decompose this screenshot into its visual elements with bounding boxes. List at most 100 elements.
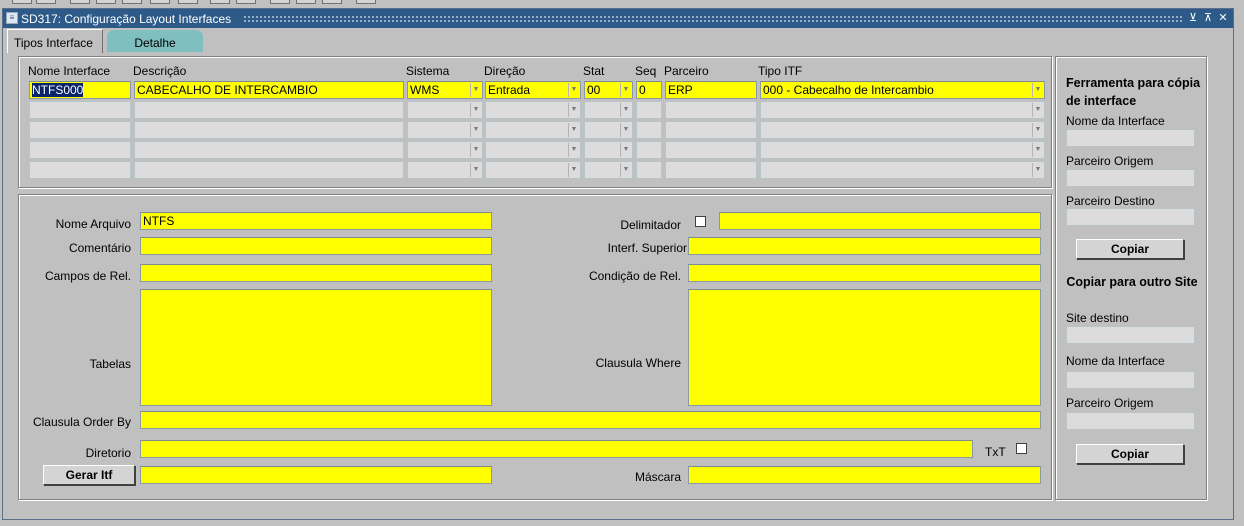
grid-cell-direcao[interactable]: ▼ [485,141,581,159]
grid-cell-tipo-itf[interactable]: ▼ [760,101,1045,119]
chevron-down-icon[interactable]: ▼ [620,123,631,137]
toolbar-button[interactable] [356,0,376,4]
txt-checkbox[interactable] [1016,443,1027,454]
chevron-down-icon[interactable]: ▼ [568,123,579,137]
grid-cell-tipo-itf[interactable]: ▼ [760,141,1045,159]
grid-cell-sistema[interactable]: ▼ [407,101,483,119]
chevron-down-icon[interactable]: ▼ [620,163,631,177]
seq-field[interactable]: 0 [636,81,662,99]
campos-rel-field[interactable] [140,264,492,282]
toolbar-button[interactable] [236,0,256,4]
grid-cell-stat[interactable]: ▼ [584,141,633,159]
chevron-down-icon[interactable]: ▼ [568,83,579,97]
chevron-down-icon[interactable]: ▼ [470,143,481,157]
descricao-field[interactable]: CABECALHO DE INTERCAMBIO [134,81,404,99]
copiar-button[interactable]: Copiar [1076,239,1184,259]
toolbar-button[interactable] [12,0,32,4]
delimitador-field[interactable] [719,212,1041,230]
grid-cell-seq[interactable] [636,161,662,179]
chevron-down-icon[interactable]: ▼ [470,83,481,97]
tool-nome-interface-field[interactable] [1066,129,1195,147]
tipo-itf-select[interactable]: 000 - Cabecalho de Intercambio ▼ [760,81,1045,99]
grid-cell-direcao[interactable]: ▼ [485,161,581,179]
chevron-down-icon[interactable]: ▼ [1032,103,1043,117]
grid-cell-descricao[interactable] [134,161,404,179]
chevron-down-icon[interactable]: ▼ [568,103,579,117]
grid-cell-direcao[interactable]: ▼ [485,101,581,119]
grid-cell-stat[interactable]: ▼ [584,121,633,139]
grid-cell-nome[interactable] [29,141,131,159]
tool-nome-interface2-field[interactable] [1066,371,1195,389]
grid-cell-stat[interactable]: ▼ [584,101,633,119]
grid-cell-descricao[interactable] [134,141,404,159]
grid-cell-parceiro[interactable] [665,121,757,139]
chevron-down-icon[interactable]: ▼ [1032,163,1043,177]
gerar-itf-field[interactable] [140,466,492,484]
chevron-down-icon[interactable]: ▼ [470,123,481,137]
mascara-field[interactable] [688,466,1041,484]
tool-parceiro-origem-field[interactable] [1066,169,1195,187]
grid-cell-stat[interactable]: ▼ [584,161,633,179]
grid-cell-nome[interactable] [29,101,131,119]
toolbar-button[interactable] [96,0,116,4]
chevron-down-icon[interactable]: ▼ [568,143,579,157]
tab-detalhe[interactable]: Detalhe [107,30,203,52]
grid-cell-seq[interactable] [636,121,662,139]
sistema-select[interactable]: WMS ▼ [407,81,483,99]
grid-cell-sistema[interactable]: ▼ [407,141,483,159]
nome-interface-field[interactable]: NTFS000 [29,81,131,99]
toolbar-button[interactable] [322,0,342,4]
chevron-down-icon[interactable]: ▼ [620,103,631,117]
delimitador-checkbox[interactable] [695,216,706,227]
minimize-icon[interactable]: ⊻ [1186,11,1200,25]
condicao-rel-field[interactable] [688,264,1041,282]
tab-tipos-interface[interactable]: Tipos Interface [7,29,103,53]
direcao-select[interactable]: Entrada ▼ [485,81,581,99]
copiar-site-button[interactable]: Copiar [1076,444,1184,464]
grid-cell-parceiro[interactable] [665,141,757,159]
grid-cell-descricao[interactable] [134,121,404,139]
grid-cell-seq[interactable] [636,141,662,159]
grid-cell-nome[interactable] [29,121,131,139]
toolbar-button[interactable] [296,0,316,4]
grid-cell-seq[interactable] [636,101,662,119]
diretorio-field[interactable] [140,440,973,458]
nome-arquivo-field[interactable]: NTFS [140,212,492,230]
grid-cell-parceiro[interactable] [665,161,757,179]
grid-cell-sistema[interactable]: ▼ [407,121,483,139]
interf-superior-field[interactable] [688,237,1041,255]
chevron-down-icon[interactable]: ▼ [1032,123,1043,137]
chevron-down-icon[interactable]: ▼ [620,143,631,157]
chevron-down-icon[interactable]: ▼ [470,103,481,117]
grid-cell-sistema[interactable]: ▼ [407,161,483,179]
parceiro-field[interactable]: ERP [665,81,757,99]
tool-parceiro-origem2-field[interactable] [1066,412,1195,430]
comentario-field[interactable] [140,237,492,255]
stat-select[interactable]: 00 ▼ [584,81,633,99]
clausula-order-field[interactable] [140,411,1041,429]
chevron-down-icon[interactable]: ▼ [620,83,631,97]
toolbar-button[interactable] [270,0,290,4]
chevron-down-icon[interactable]: ▼ [568,163,579,177]
chevron-down-icon[interactable]: ▼ [470,163,481,177]
clausula-where-textarea[interactable] [688,289,1041,406]
grid-cell-nome[interactable] [29,161,131,179]
tabelas-textarea[interactable] [140,289,492,406]
site-destino-field[interactable] [1066,326,1195,344]
grid-cell-tipo-itf[interactable]: ▼ [760,121,1045,139]
grid-cell-parceiro[interactable] [665,101,757,119]
maximize-icon[interactable]: ⊼ [1201,11,1215,25]
toolbar-button[interactable] [36,0,56,4]
toolbar-button[interactable] [122,0,142,4]
toolbar-button[interactable] [210,0,230,4]
toolbar-button[interactable] [178,0,198,4]
tool-parceiro-destino-field[interactable] [1066,208,1195,226]
toolbar-button[interactable] [150,0,170,4]
gerar-itf-button[interactable]: Gerar Itf [43,465,135,485]
grid-cell-direcao[interactable]: ▼ [485,121,581,139]
grid-cell-descricao[interactable] [134,101,404,119]
chevron-down-icon[interactable]: ▼ [1032,83,1043,97]
toolbar-button[interactable] [70,0,90,4]
chevron-down-icon[interactable]: ▼ [1032,143,1043,157]
close-icon[interactable]: ✕ [1216,11,1230,25]
